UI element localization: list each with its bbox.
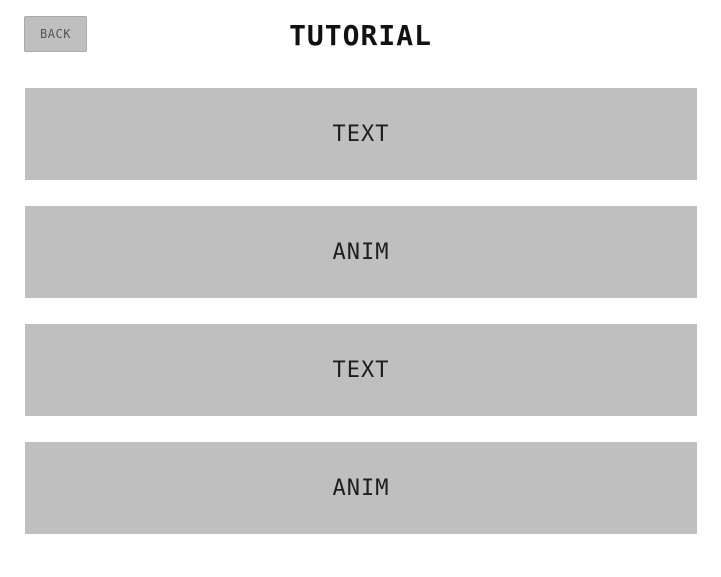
menu-item-anim-1[interactable]: ANIM bbox=[25, 206, 697, 298]
page-title: TUTORIAL bbox=[289, 19, 432, 52]
menu-item-anim-2[interactable]: ANIM bbox=[25, 442, 697, 534]
menu-item-text-1[interactable]: TEXT bbox=[25, 88, 697, 180]
tutorial-menu: TEXT ANIM TEXT ANIM bbox=[25, 88, 697, 560]
menu-item-text-2[interactable]: TEXT bbox=[25, 324, 697, 416]
